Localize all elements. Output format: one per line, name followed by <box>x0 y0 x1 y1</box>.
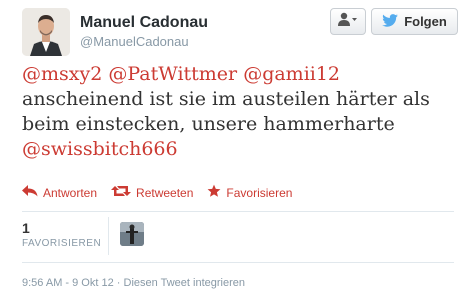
author-name[interactable]: Manuel Cadonau <box>80 14 208 32</box>
meta-separator: · <box>116 277 121 289</box>
reply-icon <box>22 185 38 200</box>
follow-button[interactable]: Folgen <box>371 8 458 35</box>
tweet-body: anscheinend ist sie im austeilen härter … <box>22 88 430 135</box>
twitter-bird-icon <box>382 13 398 30</box>
user-actions-button[interactable] <box>330 8 366 35</box>
user-icon <box>338 12 358 31</box>
favorite-label: Favorisieren <box>226 185 293 200</box>
embed-tweet-link[interactable]: Diesen Tweet integrieren <box>124 277 245 289</box>
timestamp-link[interactable]: 9:56 AM - 9 Okt 12 <box>22 277 114 289</box>
tweet-text: @msxy2 @PatWittmer @gamii12 anscheinend i… <box>22 62 454 162</box>
star-icon <box>207 184 221 201</box>
retweet-icon <box>111 185 132 200</box>
author-avatar[interactable] <box>22 8 70 56</box>
author-handle[interactable]: @ManuelCadonau <box>80 34 189 49</box>
mention-link[interactable]: @gamii12 <box>243 63 340 85</box>
favorites-count[interactable]: 1 <box>22 220 30 236</box>
tweet-actions: Antworten Retweeten Favorisieren <box>22 184 306 201</box>
stats-divider <box>108 217 109 255</box>
follow-button-label: Folgen <box>404 14 447 29</box>
retweet-label: Retweeten <box>136 185 194 200</box>
favorites-label: FAVORISIEREN <box>22 238 102 249</box>
reply-label: Antworten <box>43 185 98 200</box>
mention-link[interactable]: @PatWittmer <box>108 63 237 85</box>
retweet-action[interactable]: Retweeten <box>111 184 193 201</box>
tweet-meta: 9:56 AM - 9 Okt 12 · Diesen Tweet integr… <box>22 277 245 289</box>
mention-link[interactable]: @swissbitch666 <box>22 138 178 160</box>
mention-link[interactable]: @msxy2 <box>22 63 102 85</box>
favoriter-avatar[interactable] <box>120 222 144 246</box>
divider <box>22 211 454 212</box>
favorite-action[interactable]: Favorisieren <box>207 184 292 201</box>
divider <box>22 262 454 263</box>
reply-action[interactable]: Antworten <box>22 184 97 201</box>
